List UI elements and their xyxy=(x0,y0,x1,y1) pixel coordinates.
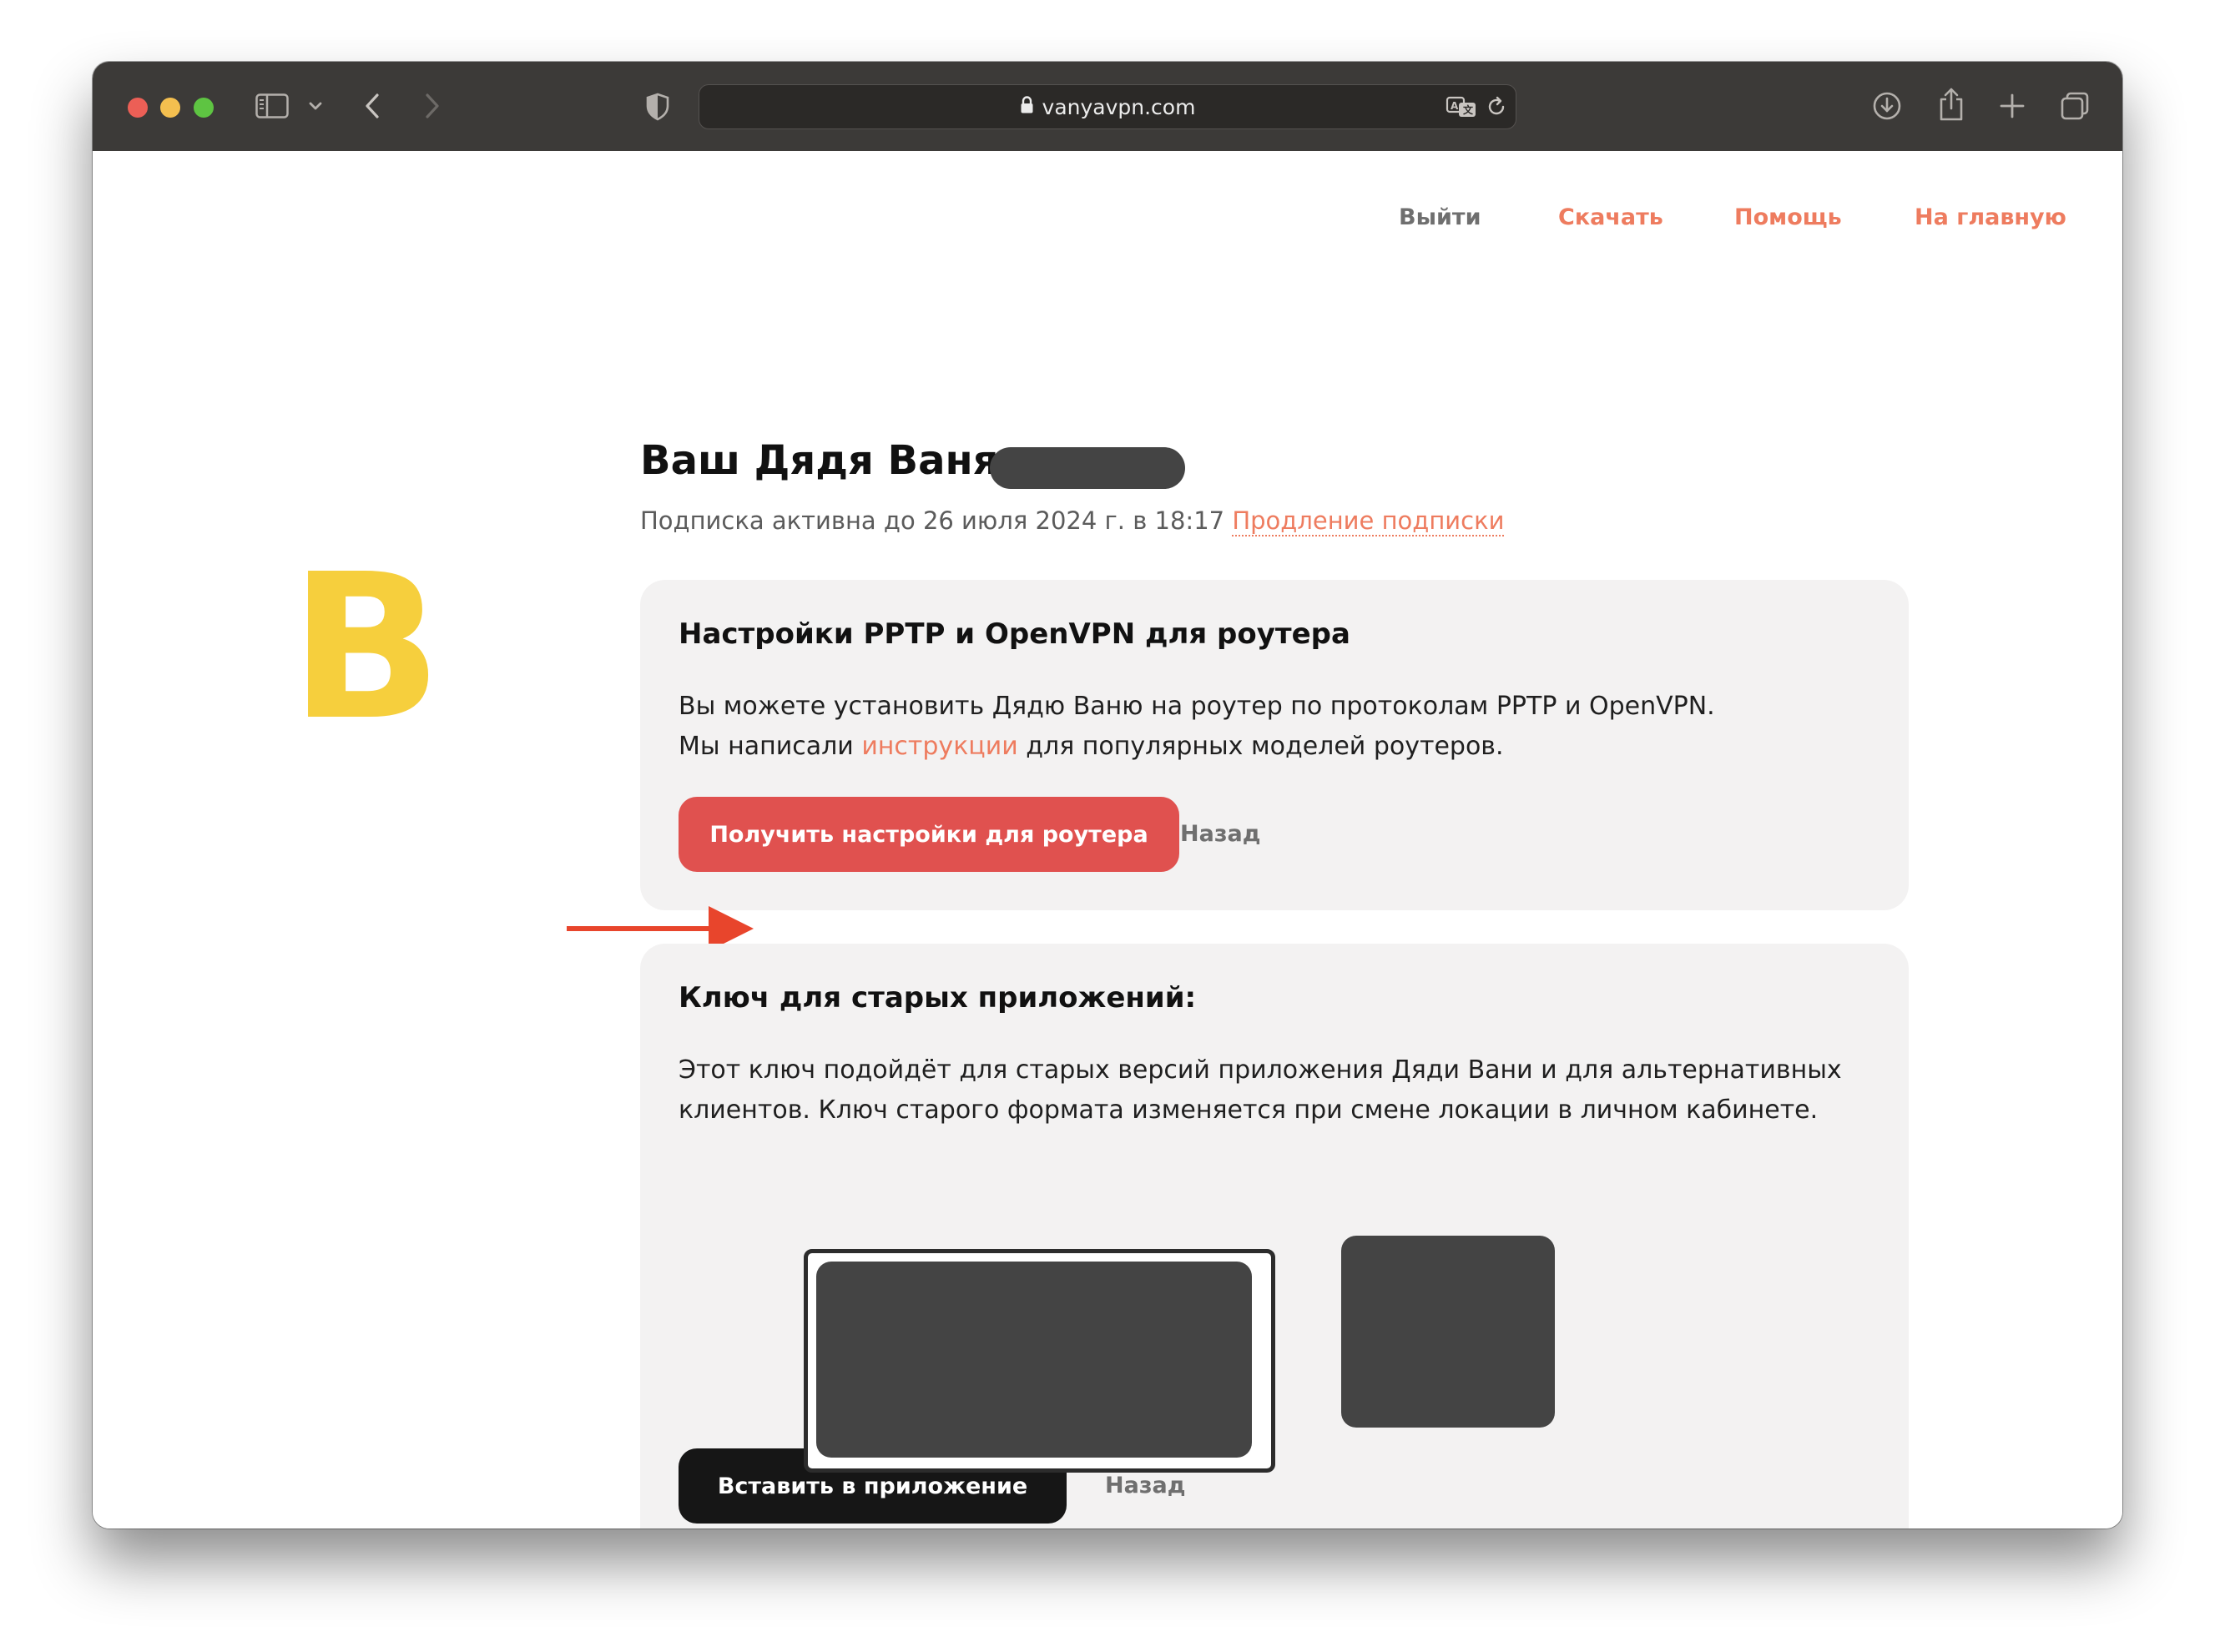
new-tab-plus-icon[interactable] xyxy=(1999,93,2026,119)
svg-text:A: A xyxy=(1451,100,1459,112)
legacy-card-title: Ключ для старых приложений: xyxy=(679,981,1197,1015)
browser-window: vanyavpn.com A 文 Выйти Скачать Помощь На… xyxy=(93,62,2122,1529)
nav-download-link[interactable]: Скачать xyxy=(1558,204,1663,230)
renew-subscription-link[interactable]: Продление подписки xyxy=(1232,506,1505,536)
browser-toolbar: vanyavpn.com A 文 xyxy=(93,62,2122,151)
nav-logout-link[interactable]: Выйти xyxy=(1399,204,1481,230)
router-card-line-2-end: для популярных моделей роутеров. xyxy=(1017,732,1504,761)
router-card-line-1: Вы можете установить Дядю Ваню на роутер… xyxy=(679,692,1715,721)
zoom-window-button[interactable] xyxy=(194,98,214,118)
minimize-window-button[interactable] xyxy=(160,98,180,118)
legacy-card-line-1: Этот ключ подойдёт для старых версий при… xyxy=(679,1055,1842,1085)
back-arrow-icon[interactable] xyxy=(363,92,381,120)
share-icon[interactable] xyxy=(1937,87,1965,122)
address-bar[interactable]: vanyavpn.com A 文 xyxy=(699,84,1516,129)
legacy-key-field[interactable] xyxy=(804,1249,1275,1473)
sidebar-toggle-icon[interactable] xyxy=(255,93,289,118)
chevron-down-icon[interactable] xyxy=(308,100,323,112)
nav-home-link[interactable]: На главную xyxy=(1915,204,2066,230)
legacy-card-description: Этот ключ подойдёт для старых версий при… xyxy=(679,1050,1842,1131)
legacy-card-line-2: клиентов. Ключ старого формата изменяетс… xyxy=(679,1095,1819,1125)
url-text: vanyavpn.com xyxy=(1042,94,1196,119)
router-settings-card: Настройки PPTP и OpenVPN для роутера Вы … xyxy=(640,580,1909,910)
brand-logo[interactable]: В xyxy=(290,547,442,748)
legacy-back-link[interactable]: Назад xyxy=(1105,1473,1186,1498)
router-card-title: Настройки PPTP и OpenVPN для роутера xyxy=(679,617,1350,651)
instructions-link[interactable]: инструкции xyxy=(861,732,1017,761)
page-title: Ваш Дядя Ваня xyxy=(640,437,999,484)
router-card-line-2-start: Мы написали xyxy=(679,732,862,761)
subscription-status: Подписка активна до 26 июля 2024 г. в 18… xyxy=(640,506,1505,536)
nav-help-link[interactable]: Помощь xyxy=(1734,204,1842,230)
forward-arrow-icon[interactable] xyxy=(423,92,441,120)
lock-icon xyxy=(1020,95,1034,119)
get-router-settings-button[interactable]: Получить настройки для роутера xyxy=(679,797,1179,872)
tab-overview-icon[interactable] xyxy=(2060,91,2090,121)
router-card-line-2: Мы написали инструкции для популярных мо… xyxy=(679,727,1715,767)
svg-text:文: 文 xyxy=(1463,103,1474,116)
subscription-status-text: Подписка активна до 26 июля 2024 г. в 18… xyxy=(640,506,1225,535)
reload-icon[interactable] xyxy=(1486,96,1507,118)
translate-icon[interactable]: A 文 xyxy=(1446,95,1477,118)
privacy-shield-icon[interactable] xyxy=(645,93,670,121)
redacted-key-value xyxy=(816,1262,1252,1458)
redacted-user-id xyxy=(990,447,1185,489)
downloads-icon[interactable] xyxy=(1872,91,1902,121)
close-window-button[interactable] xyxy=(128,98,148,118)
router-back-link[interactable]: Назад xyxy=(1180,821,1261,847)
router-card-description: Вы можете установить Дядю Ваню на роутер… xyxy=(679,687,1715,767)
web-page: Выйти Скачать Помощь На главную В Ваш Дя… xyxy=(93,151,2122,1529)
redacted-qr-code xyxy=(1341,1236,1555,1428)
